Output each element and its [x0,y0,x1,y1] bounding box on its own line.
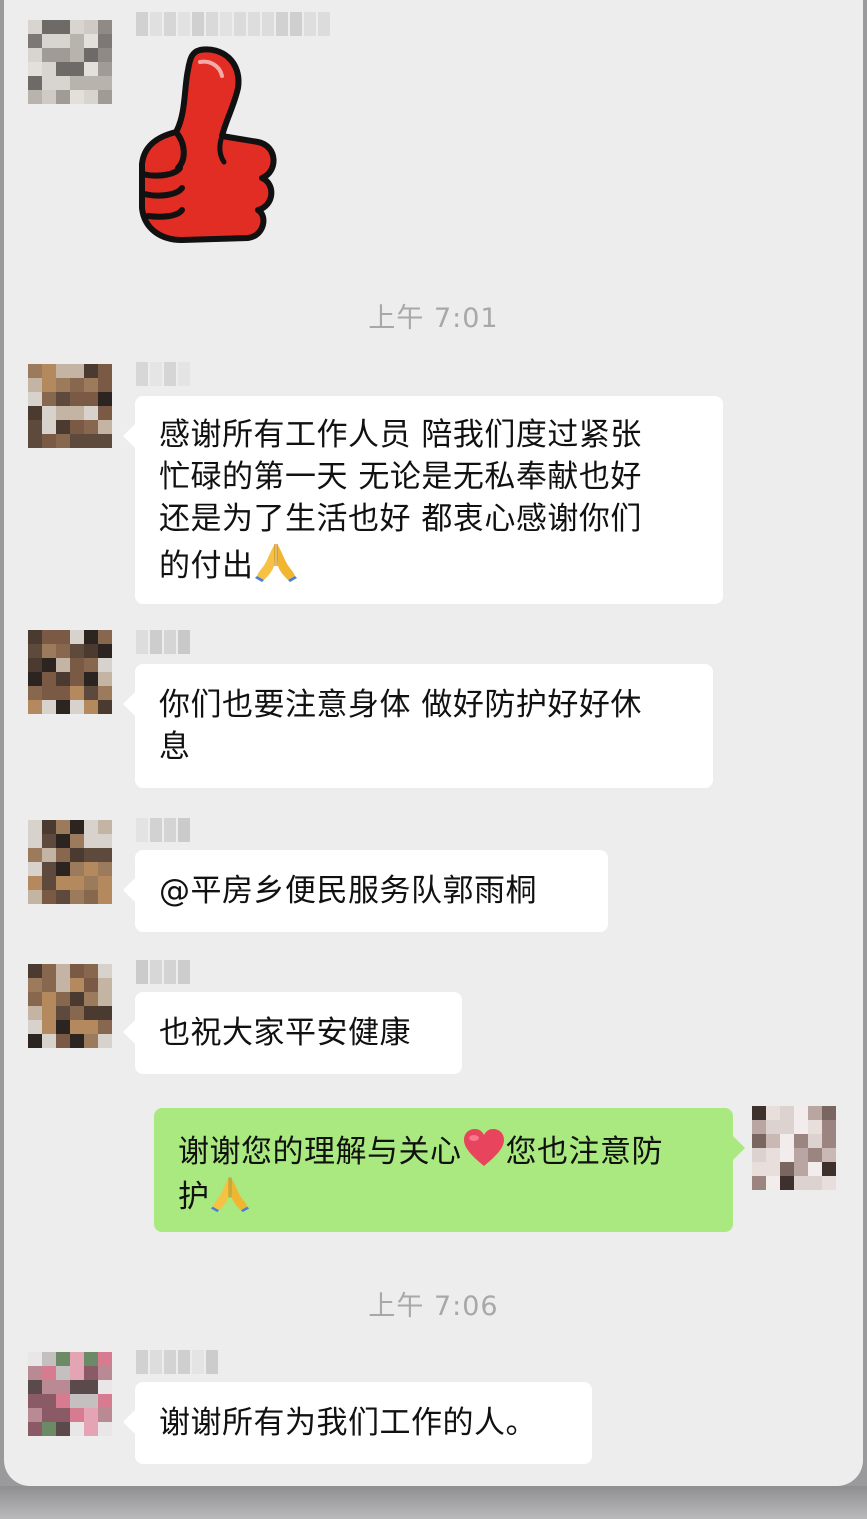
message-line: 息 [159,729,191,765]
timestamp: 上午 7:06 [368,1291,499,1322]
chat-history[interactable]: 上午 7:01 感谢所有工作人员 陪我们度过紧张 忙碌的第一天 无论是无私奉献也… [4,0,863,1486]
background-shadow [0,1486,867,1519]
sender-name-blurred [136,12,330,36]
message-text: 您也注意防 [505,1134,663,1170]
folded-hands-icon [210,1173,250,1213]
avatar[interactable] [28,630,112,714]
sender-name-blurred [136,818,190,842]
message-line: 还是为了生活也好 都衷心感谢你们 [159,501,642,537]
message-bubble[interactable]: 你们也要注意身体 做好防护好好休 息 [123,664,713,788]
message-line: 你们也要注意身体 做好防护好好休 [159,687,642,723]
avatar[interactable] [28,364,112,448]
red-heart-icon [462,1128,506,1168]
message-bubble[interactable]: 也祝大家平安健康 [123,992,462,1074]
message-text: 护 [178,1179,210,1215]
message-line: 谢谢您的理解与关心 您也注意防 [178,1128,709,1173]
avatar[interactable] [28,964,112,1048]
message-line: 感谢所有工作人员 陪我们度过紧张 [159,417,642,453]
avatar[interactable] [28,20,112,104]
message-line: @平房乡便民服务队郭雨桐 [159,873,537,909]
message-bubble[interactable]: @平房乡便民服务队郭雨桐 [123,850,608,932]
sender-name-blurred [136,630,190,654]
message-text: 的付出 [159,548,254,584]
message-line: 护 [178,1173,709,1218]
my-avatar[interactable] [752,1106,836,1190]
avatar[interactable] [28,1352,112,1436]
message-bubble-mine[interactable]: 谢谢您的理解与关心 您也注意防 护 [154,1108,745,1232]
message-line: 谢谢所有为我们工作的人。 [159,1405,537,1441]
message-text: 谢谢您的理解与关心 [178,1134,462,1170]
folded-hands-icon [254,540,298,582]
message-line: 的付出 [159,540,699,587]
sender-name-blurred [136,362,190,386]
sender-name-blurred [136,1350,218,1374]
message-bubble[interactable]: 谢谢所有为我们工作的人。 [123,1382,592,1464]
avatar[interactable] [28,820,112,904]
message-bubble[interactable]: 感谢所有工作人员 陪我们度过紧张 忙碌的第一天 无论是无私奉献也好 还是为了生活… [123,396,723,604]
message-line: 也祝大家平安健康 [159,1015,411,1051]
timestamp: 上午 7:01 [368,303,499,334]
sender-name-blurred [136,960,190,984]
red-thumbs-up-icon[interactable] [130,44,280,248]
message-line: 忙碌的第一天 无论是无私奉献也好 [159,459,642,495]
